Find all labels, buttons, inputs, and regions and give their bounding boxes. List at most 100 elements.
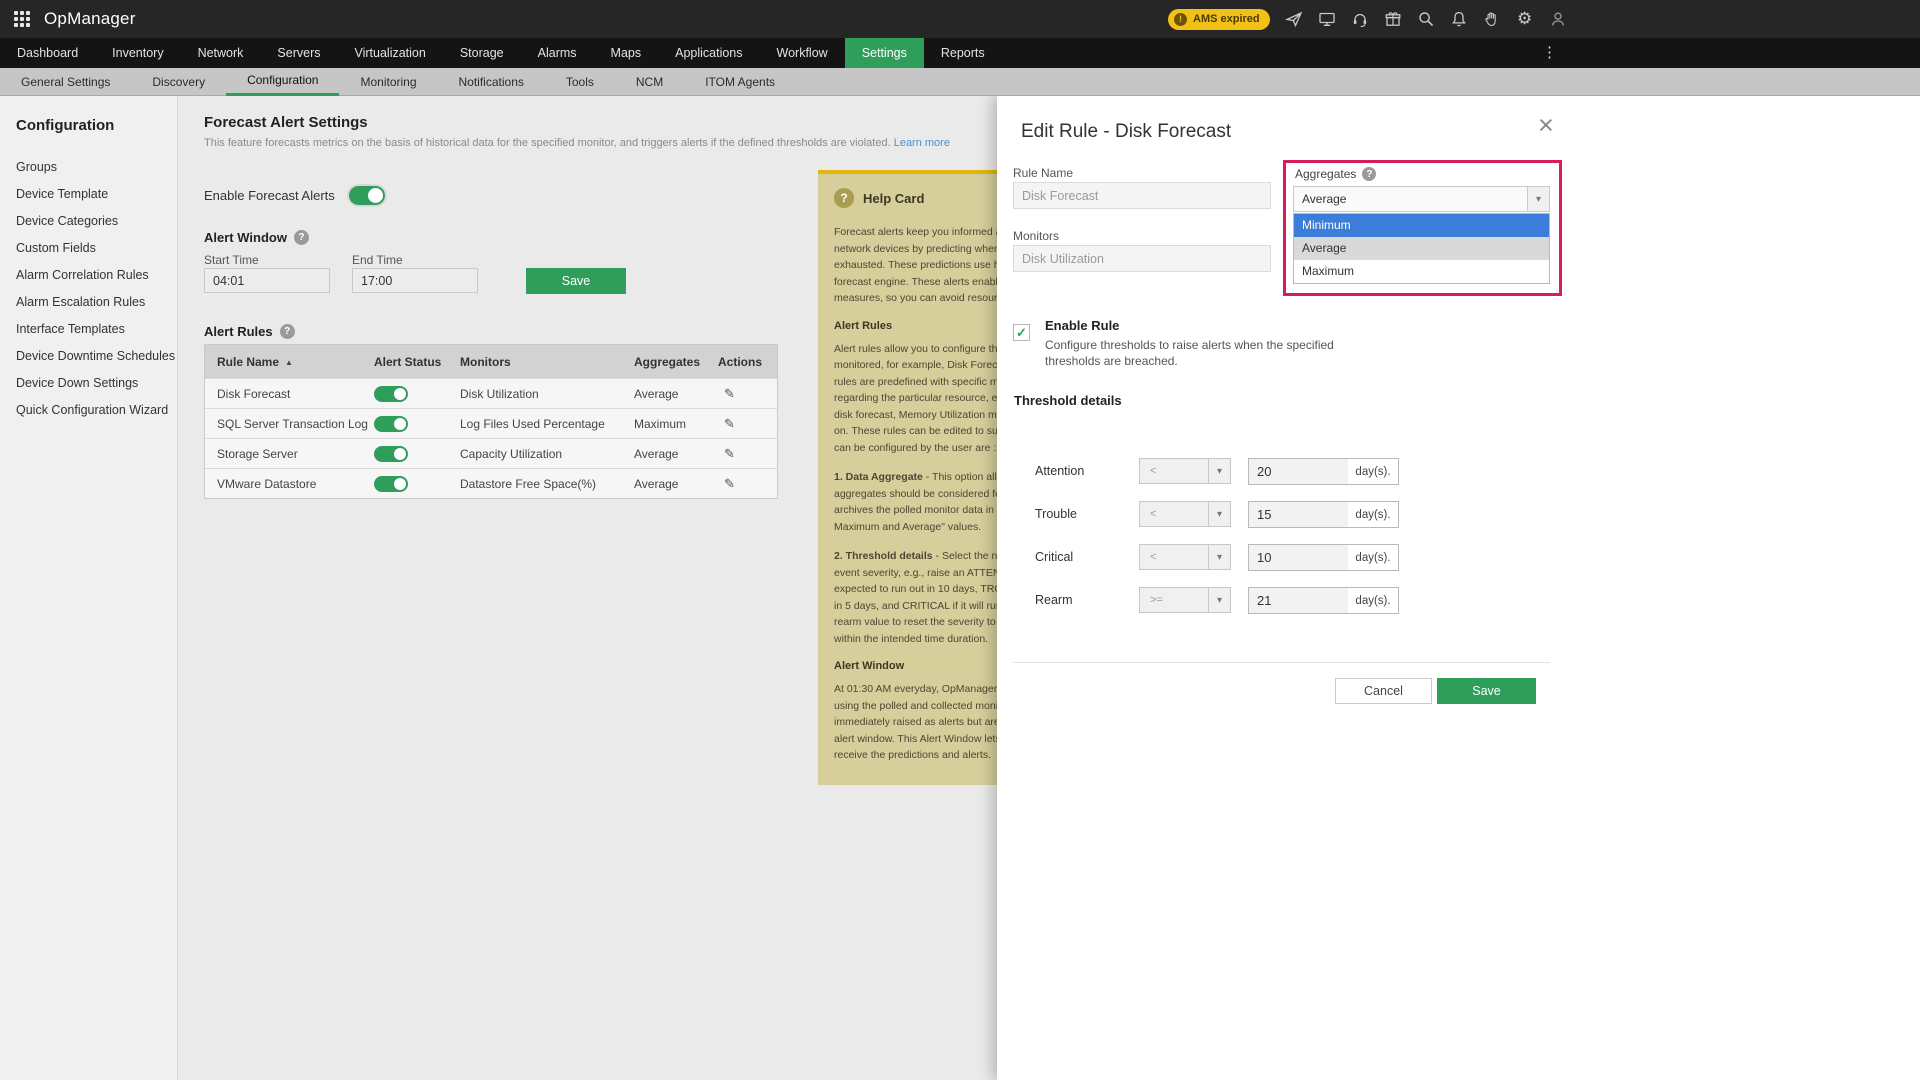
column-alert-status[interactable]: Alert Status bbox=[374, 355, 460, 369]
sidebar-item-custom-fields[interactable]: Custom Fields bbox=[0, 235, 177, 262]
chevron-down-icon: ▾ bbox=[1208, 588, 1230, 612]
alert-rules-heading: Alert Rules ? bbox=[204, 324, 295, 339]
enable-rule-label: Enable Rule bbox=[1045, 318, 1120, 333]
end-time-input[interactable] bbox=[352, 268, 478, 293]
rearm-comparator-select[interactable]: >= ▾ bbox=[1139, 587, 1231, 613]
settings-subnav: General Settings Discovery Configuration… bbox=[0, 68, 1920, 96]
ams-expired-badge[interactable]: ! AMS expired bbox=[1168, 8, 1270, 30]
nav-applications[interactable]: Applications bbox=[658, 38, 759, 68]
subnav-itom-agents[interactable]: ITOM Agents bbox=[684, 68, 796, 96]
sidebar-item-device-categories[interactable]: Device Categories bbox=[0, 208, 177, 235]
rule-status-toggle[interactable] bbox=[374, 475, 408, 492]
trouble-days-input[interactable] bbox=[1248, 501, 1349, 528]
edit-rule-panel: Edit Rule - Disk Forecast × Rule Name Mo… bbox=[997, 96, 1920, 1080]
gift-icon[interactable] bbox=[1384, 10, 1402, 28]
help-point-2-bold: 2. Threshold details bbox=[834, 550, 933, 562]
rule-status-toggle[interactable] bbox=[374, 445, 408, 462]
trouble-comparator-select[interactable]: < ▾ bbox=[1139, 501, 1231, 527]
learn-more-link[interactable]: Learn more bbox=[894, 137, 950, 149]
subnav-monitoring[interactable]: Monitoring bbox=[339, 68, 437, 96]
settings-gear-icon[interactable]: ⚙ bbox=[1516, 10, 1534, 28]
raise-hand-icon[interactable] bbox=[1483, 10, 1501, 28]
critical-days-input[interactable] bbox=[1248, 544, 1349, 571]
support-headset-icon[interactable] bbox=[1351, 10, 1369, 28]
monitors-cell: Datastore Free Space(%) bbox=[460, 476, 597, 491]
rearm-days-input[interactable] bbox=[1248, 587, 1349, 614]
rule-name-input[interactable] bbox=[1013, 182, 1271, 209]
nav-maps[interactable]: Maps bbox=[594, 38, 659, 68]
comparator-value: < bbox=[1150, 551, 1157, 563]
help-icon[interactable]: ? bbox=[279, 324, 295, 339]
edit-rule-icon[interactable]: ✎ bbox=[718, 476, 735, 491]
sort-asc-icon: ▲ bbox=[285, 357, 293, 367]
dropdown-option-minimum[interactable]: Minimum bbox=[1294, 214, 1549, 237]
nav-virtualization[interactable]: Virtualization bbox=[338, 38, 443, 68]
nav-inventory[interactable]: Inventory bbox=[95, 38, 180, 68]
aggregates-selected-value: Average bbox=[1302, 192, 1347, 206]
sidebar-item-groups[interactable]: Groups bbox=[0, 154, 177, 181]
nav-network[interactable]: Network bbox=[181, 38, 261, 68]
monitors-input[interactable] bbox=[1013, 245, 1271, 272]
aggregates-select[interactable]: Average ▾ bbox=[1293, 186, 1550, 212]
table-row: VMware Datastore Datastore Free Space(%)… bbox=[205, 468, 777, 498]
close-icon[interactable]: × bbox=[1538, 112, 1554, 139]
sidebar-item-interface-templates[interactable]: Interface Templates bbox=[0, 316, 177, 343]
rule-status-toggle[interactable] bbox=[374, 415, 408, 432]
rule-status-toggle[interactable] bbox=[374, 385, 408, 402]
column-monitors[interactable]: Monitors bbox=[460, 355, 634, 369]
nav-servers[interactable]: Servers bbox=[260, 38, 337, 68]
nav-workflow[interactable]: Workflow bbox=[760, 38, 845, 68]
nav-settings[interactable]: Settings bbox=[844, 38, 924, 68]
nav-storage[interactable]: Storage bbox=[443, 38, 521, 68]
monitors-cell: Capacity Utilization bbox=[460, 446, 563, 461]
aggregates-label: Aggregates ? bbox=[1295, 167, 1377, 181]
attention-comparator-select[interactable]: < ▾ bbox=[1139, 458, 1231, 484]
start-time-input[interactable] bbox=[204, 268, 330, 293]
save-button[interactable]: Save bbox=[1437, 678, 1536, 704]
nav-dashboard[interactable]: Dashboard bbox=[0, 38, 95, 68]
cancel-button[interactable]: Cancel bbox=[1335, 678, 1432, 704]
nav-reports[interactable]: Reports bbox=[924, 38, 1002, 68]
notifications-bell-icon[interactable] bbox=[1450, 10, 1468, 28]
apps-grid-icon[interactable] bbox=[14, 11, 30, 27]
announcement-icon[interactable] bbox=[1284, 10, 1303, 28]
dropdown-option-maximum[interactable]: Maximum bbox=[1294, 260, 1549, 283]
search-icon[interactable] bbox=[1417, 10, 1435, 28]
sidebar-item-alarm-escalation-rules[interactable]: Alarm Escalation Rules bbox=[0, 289, 177, 316]
edit-rule-icon[interactable]: ✎ bbox=[718, 446, 735, 461]
sidebar-item-device-down-settings[interactable]: Device Down Settings bbox=[0, 370, 177, 397]
column-rule-name[interactable]: Rule Name ▲ bbox=[205, 355, 374, 369]
edit-rule-icon[interactable]: ✎ bbox=[718, 416, 735, 431]
sidebar-item-device-template[interactable]: Device Template bbox=[0, 181, 177, 208]
attention-days-input[interactable] bbox=[1248, 458, 1349, 485]
enable-forecast-toggle[interactable] bbox=[348, 186, 385, 205]
sidebar-item-alarm-correlation-rules[interactable]: Alarm Correlation Rules bbox=[0, 262, 177, 289]
screen-share-icon[interactable] bbox=[1318, 10, 1336, 28]
sidebar-item-quick-configuration-wizard[interactable]: Quick Configuration Wizard bbox=[0, 397, 177, 424]
nav-alarms[interactable]: Alarms bbox=[521, 38, 594, 68]
sidebar-item-device-downtime-schedules[interactable]: Device Downtime Schedules bbox=[0, 343, 177, 370]
top-header-right: ! AMS expired ⚙ bbox=[1168, 0, 1567, 38]
critical-comparator-select[interactable]: < ▾ bbox=[1139, 544, 1231, 570]
help-icon[interactable]: ? bbox=[293, 230, 309, 245]
aggregates-cell: Average bbox=[634, 386, 679, 401]
subnav-tools[interactable]: Tools bbox=[545, 68, 615, 96]
enable-rule-checkbox[interactable]: ✓ bbox=[1013, 324, 1030, 341]
column-aggregates[interactable]: Aggregates bbox=[634, 355, 718, 369]
subnav-configuration[interactable]: Configuration bbox=[226, 68, 340, 96]
dropdown-option-average[interactable]: Average bbox=[1294, 237, 1549, 260]
edit-rule-icon[interactable]: ✎ bbox=[718, 386, 735, 401]
threshold-details-heading: Threshold details bbox=[1014, 393, 1122, 408]
subnav-discovery[interactable]: Discovery bbox=[131, 68, 226, 96]
subnav-general-settings[interactable]: General Settings bbox=[0, 68, 131, 96]
user-avatar-icon[interactable] bbox=[1549, 10, 1567, 28]
actions-cell: ✎ bbox=[718, 386, 777, 402]
question-mark-icon: ? bbox=[834, 188, 854, 208]
nav-overflow-icon[interactable]: ⋮ bbox=[1542, 38, 1557, 68]
help-icon[interactable]: ? bbox=[1362, 167, 1377, 181]
main-nav: Dashboard Inventory Network Servers Virt… bbox=[0, 38, 1920, 68]
rearm-label: Rearm bbox=[1035, 593, 1073, 607]
subnav-notifications[interactable]: Notifications bbox=[438, 68, 545, 96]
subnav-ncm[interactable]: NCM bbox=[615, 68, 684, 96]
alert-window-save-button[interactable]: Save bbox=[526, 268, 626, 294]
